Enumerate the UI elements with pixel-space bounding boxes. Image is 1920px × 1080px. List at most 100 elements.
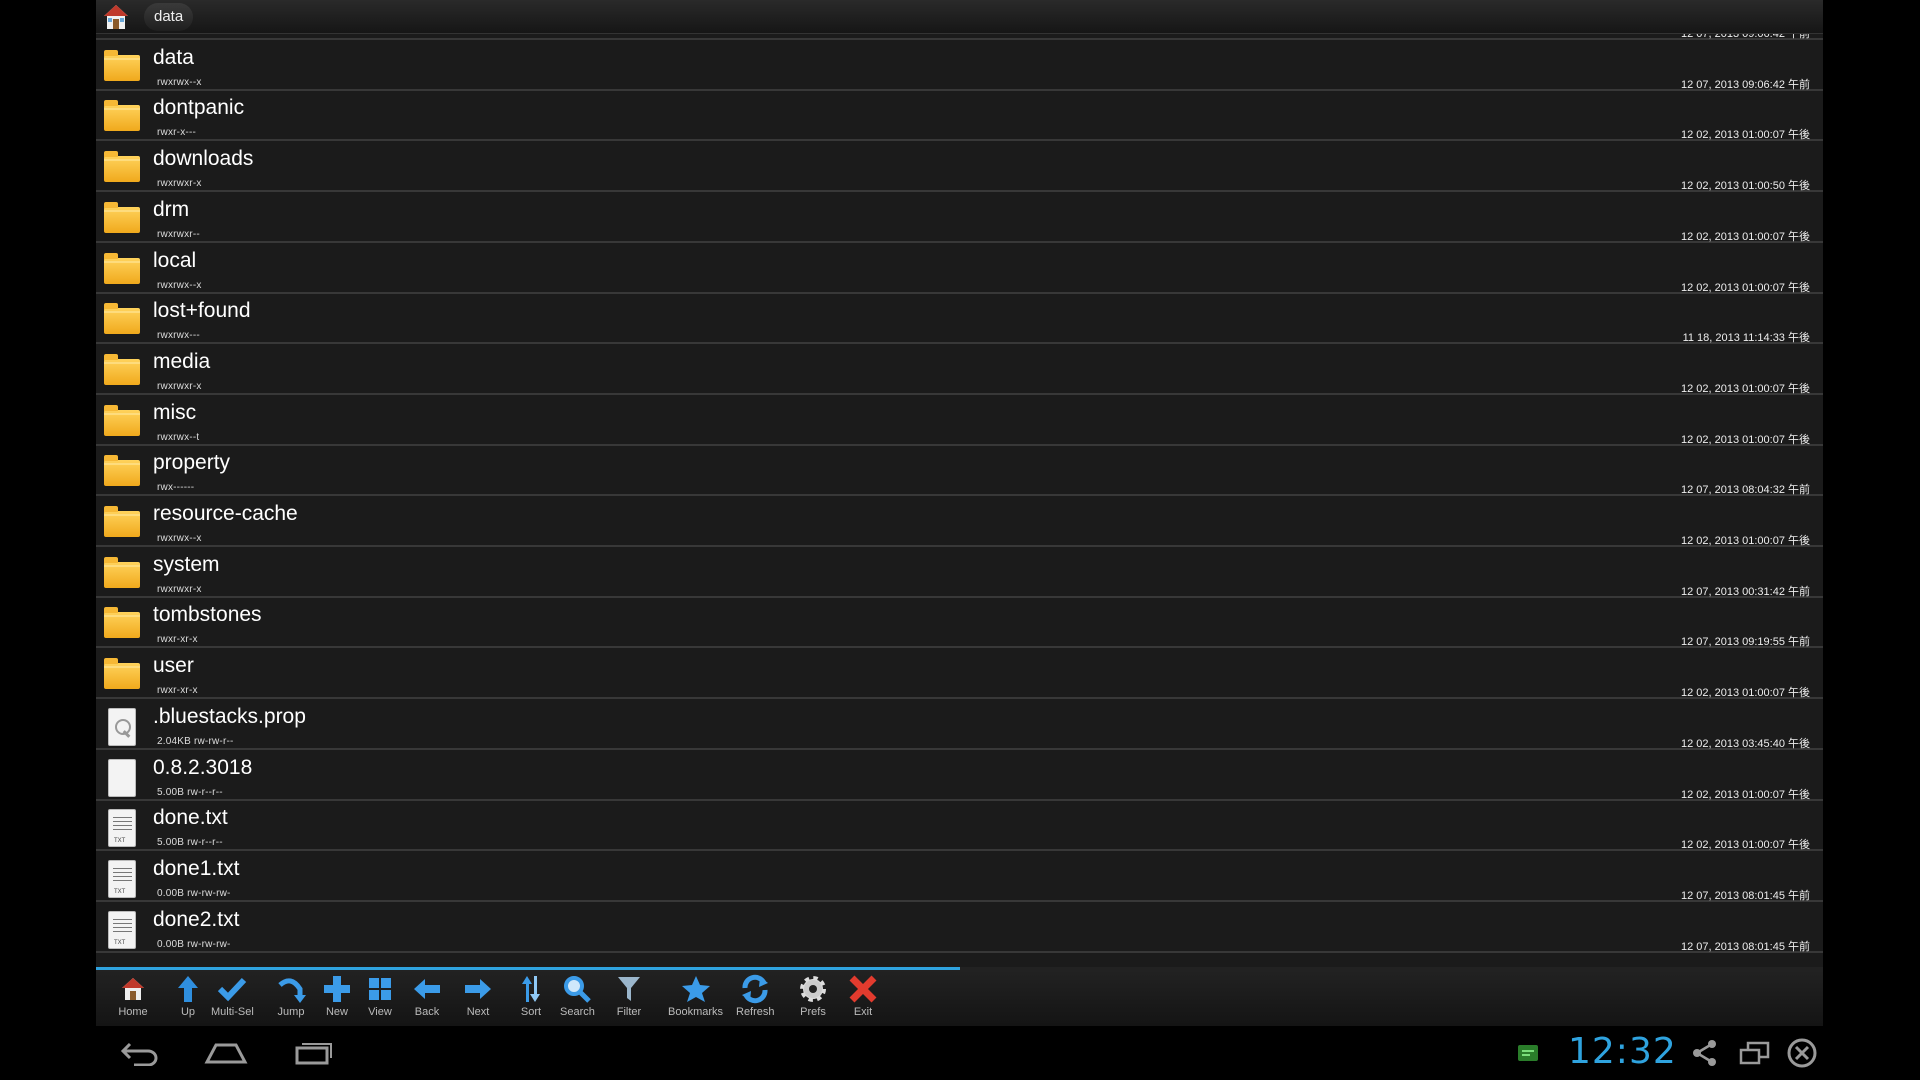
home-button[interactable]: Home: [116, 974, 150, 1026]
notification-chat-icon[interactable]: [1516, 1036, 1540, 1070]
file-name: 0.8.2.3018: [153, 755, 253, 779]
back-nav-button[interactable]: [118, 1036, 162, 1070]
folder-icon: [102, 657, 140, 691]
folder-row[interactable]: resource-cache rwxrwx--x 12 02, 2013 01:00…: [96, 497, 1823, 547]
folder-row[interactable]: media rwxrwxr-x 12 02, 2013 01:00:07 午後: [96, 344, 1823, 395]
path-home-button[interactable]: [100, 1, 132, 33]
folder-icon: [102, 252, 140, 286]
file-name: local: [153, 248, 197, 272]
file-row[interactable]: .bluestacks.prop 2.04KB rw-rw-r-- 12 02, 2…: [96, 699, 1823, 750]
file-permissions: rwxrwx--x: [157, 34, 202, 37]
home-icon: [104, 5, 128, 29]
new-label: New: [325, 1006, 348, 1018]
folder-icon: [102, 454, 140, 488]
file-date: 12 02, 2013 01:00:07 午後: [1680, 230, 1810, 243]
next-label: Next: [466, 1006, 490, 1018]
arrow-left-icon: [410, 974, 444, 1004]
folder-row[interactable]: drm rwxrwxr-- 12 02, 2013 01:00:07 午後: [96, 192, 1823, 243]
sort-button[interactable]: Sort: [514, 974, 548, 1026]
new-button[interactable]: New: [320, 974, 354, 1026]
folder-row[interactable]: tombstones rwxr-xr-x 12 07, 2013 09:19:55 …: [96, 598, 1823, 649]
multisel-label: Multi-Sel: [211, 1006, 254, 1018]
file-date: 11 18, 2013 11:14:33 午後: [1682, 332, 1810, 345]
file-row[interactable]: done.txt 5.00B rw-r--r-- 12 02, 2013 01:00…: [96, 801, 1823, 852]
back-label: Back: [414, 1006, 440, 1018]
file-name: system: [153, 552, 220, 576]
folder-row[interactable]: system rwxrwxr-x 12 07, 2013 00:31:42 午前: [96, 547, 1823, 598]
file-permissions: rwxrwx--x: [157, 533, 202, 544]
window-switch-button[interactable]: [1738, 1036, 1772, 1070]
window-switch-icon: [1739, 1041, 1770, 1065]
checkmark-icon: [215, 974, 249, 1004]
folder-row[interactable]: data rwxrwx--x 12 07, 2013 09:06:42 午前: [96, 40, 1823, 91]
folder-row[interactable]: user rwxr-xr-x 12 02, 2013 01:00:07 午後: [96, 649, 1823, 700]
file-date: 12 02, 2013 01:00:07 午後: [1680, 129, 1810, 142]
jump-button[interactable]: Jump: [274, 974, 308, 1026]
bookmarks-button[interactable]: Bookmarks: [668, 974, 723, 1026]
share-button[interactable]: [1690, 1036, 1720, 1070]
exit-button[interactable]: Exit: [846, 974, 880, 1026]
status-clock: 12:32: [1568, 1031, 1677, 1072]
star-icon: [679, 974, 713, 1004]
back-button[interactable]: Back: [410, 974, 444, 1026]
file-name: dontpanic: [153, 96, 245, 120]
search-button[interactable]: Search: [560, 974, 595, 1026]
folder-row[interactable]: dontpanic rwxr-x--- 12 02, 2013 01:00:07 午…: [96, 91, 1823, 142]
file-list[interactable]: rwxrwx--x12 07, 2013 09:06:42 午前 data rwxr…: [96, 34, 1823, 967]
home-nav-icon: [204, 1043, 248, 1064]
folder-row[interactable]: rwxrwx--x12 07, 2013 09:06:42 午前: [96, 34, 1823, 40]
breadcrumb-current[interactable]: data: [144, 3, 194, 31]
file-row[interactable]: done2.txt 0.00B rw-rw-rw- 12 07, 2013 08:0…: [96, 902, 1823, 953]
system-navigation-bar: 12:32: [0, 1026, 1920, 1080]
file-permissions: rwxrwxr-x: [157, 583, 202, 595]
home-nav-button[interactable]: [203, 1036, 249, 1070]
folder-row[interactable]: lost+found rwxrwx--- 11 18, 2013 11:14:33 …: [96, 294, 1823, 345]
file-row[interactable]: 0.8.2.3018 5.00B rw-r--r-- 12 02, 2013 01:…: [96, 750, 1823, 801]
plus-icon: [320, 974, 354, 1004]
file-date: 12 02, 2013 01:00:07 午後: [1680, 535, 1810, 547]
close-app-button[interactable]: [1785, 1036, 1819, 1070]
close-circle-icon: [1787, 1038, 1817, 1068]
recent-apps-button[interactable]: [292, 1036, 336, 1070]
prefs-button[interactable]: Prefs: [796, 974, 830, 1026]
folder-row[interactable]: property rwx------ 12 07, 2013 08:04:32 午前: [96, 446, 1823, 497]
folder-row[interactable]: downloads rwxrwxr-x 12 02, 2013 01:00:50 午…: [96, 142, 1823, 193]
close-x-icon: [846, 974, 880, 1004]
file-name: drm: [153, 197, 190, 221]
file-permissions: rwxrwxr--: [157, 228, 200, 240]
file-date: 12 02, 2013 01:00:07 午後: [1680, 687, 1810, 700]
search-label: Search: [560, 1006, 595, 1018]
folder-icon: [102, 606, 140, 640]
settings-file-icon: [102, 707, 140, 746]
multisel-button[interactable]: Multi-Sel: [211, 974, 254, 1026]
folder-icon: [102, 353, 140, 387]
text-file-icon: [102, 910, 140, 949]
sort-icon: [514, 974, 548, 1004]
next-button[interactable]: Next: [461, 974, 495, 1026]
funnel-icon: [612, 974, 646, 1004]
folder-row[interactable]: misc rwxrwx--t 12 02, 2013 01:00:07 午後: [96, 395, 1823, 446]
folder-row[interactable]: local rwxrwx--x 12 02, 2013 01:00:07 午後: [96, 243, 1823, 294]
home-label: Home: [118, 1006, 148, 1018]
path-bar: data: [96, 0, 1823, 34]
folder-icon: [102, 99, 140, 133]
file-name: data: [153, 45, 194, 69]
file-row[interactable]: done1.txt 0.00B rw-rw-rw- 12 07, 2013 08:0…: [96, 851, 1823, 902]
refresh-button[interactable]: Refresh: [736, 974, 775, 1026]
jump-arrow-icon: [274, 974, 308, 1004]
file-permissions: rwxrwx--x: [157, 76, 202, 88]
file-permissions: rwxrwxr-x: [157, 380, 202, 392]
file-name: done1.txt: [153, 856, 240, 880]
file-permissions: rwxr-xr-x: [157, 634, 198, 646]
folder-icon: [102, 505, 140, 539]
file-date: 12 02, 2013 01:00:07 午後: [1680, 382, 1810, 395]
file-permissions: 5.00B rw-r--r--: [157, 786, 223, 798]
filter-button[interactable]: Filter: [612, 974, 646, 1026]
file-permissions: rwxr-xr-x: [157, 685, 198, 697]
file-name: misc: [153, 400, 197, 424]
view-button[interactable]: View: [363, 974, 397, 1026]
up-button[interactable]: Up: [171, 974, 205, 1026]
file-date: 12 07, 2013 08:04:32 午前: [1680, 484, 1810, 497]
folder-icon: [102, 302, 140, 336]
file-date: 12 02, 2013 01:00:07 午後: [1680, 839, 1810, 852]
